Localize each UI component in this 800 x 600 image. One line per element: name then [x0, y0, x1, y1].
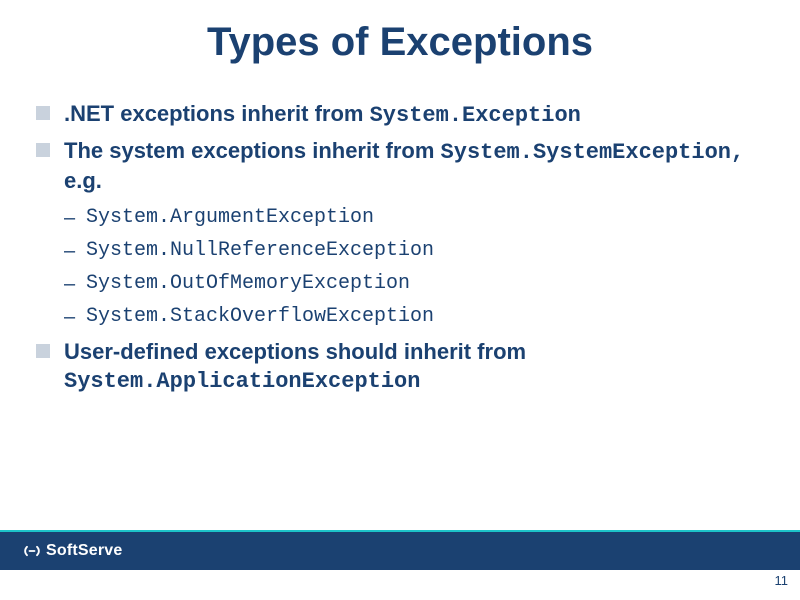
bullet-item: The system exceptions inherit from Syste…: [36, 137, 764, 328]
sub-bullet-list: System.ArgumentException System.NullRefe…: [64, 206, 764, 328]
brand-name: SoftServe: [46, 542, 123, 560]
bullet-post: e.g.: [64, 168, 102, 193]
sub-bullet-item: System.OutOfMemoryException: [64, 272, 764, 295]
sub-bullet-text: System.StackOverflowException: [86, 305, 434, 328]
slide-title: Types of Exceptions: [0, 20, 800, 65]
footer-below: [0, 570, 800, 600]
sub-bullet-item: System.ArgumentException: [64, 206, 764, 229]
bullet-text: User-defined exceptions should inherit f…: [64, 339, 526, 393]
brand-icon: [22, 541, 42, 561]
bullet-item: .NET exceptions inherit from System.Exce…: [36, 100, 764, 131]
brand-logo: SoftServe: [22, 541, 123, 561]
page-number: 11: [775, 573, 789, 588]
bullet-text: The system exceptions inherit from Syste…: [64, 138, 744, 194]
bullet-mono: System.SystemException,: [441, 140, 745, 165]
footer-band: SoftServe: [0, 530, 800, 570]
bullet-pre: User-defined exceptions should inherit f…: [64, 339, 526, 364]
sub-bullet-text: System.NullReferenceException: [86, 239, 434, 262]
bullet-mono: System.ApplicationException: [64, 369, 420, 394]
sub-bullet-text: System.OutOfMemoryException: [86, 272, 410, 295]
slide-content: .NET exceptions inherit from System.Exce…: [36, 100, 764, 403]
bullet-pre: The system exceptions inherit from: [64, 138, 441, 163]
bullet-pre: .NET exceptions inherit from: [64, 101, 370, 126]
bullet-list: .NET exceptions inherit from System.Exce…: [36, 100, 764, 397]
sub-bullet-text: System.ArgumentException: [86, 206, 374, 229]
bullet-text: .NET exceptions inherit from System.Exce…: [64, 101, 581, 126]
sub-bullet-item: System.StackOverflowException: [64, 305, 764, 328]
slide: Types of Exceptions .NET exceptions inhe…: [0, 0, 800, 600]
bullet-item: User-defined exceptions should inherit f…: [36, 338, 764, 397]
bullet-mono: System.Exception: [370, 103, 581, 128]
sub-bullet-item: System.NullReferenceException: [64, 239, 764, 262]
